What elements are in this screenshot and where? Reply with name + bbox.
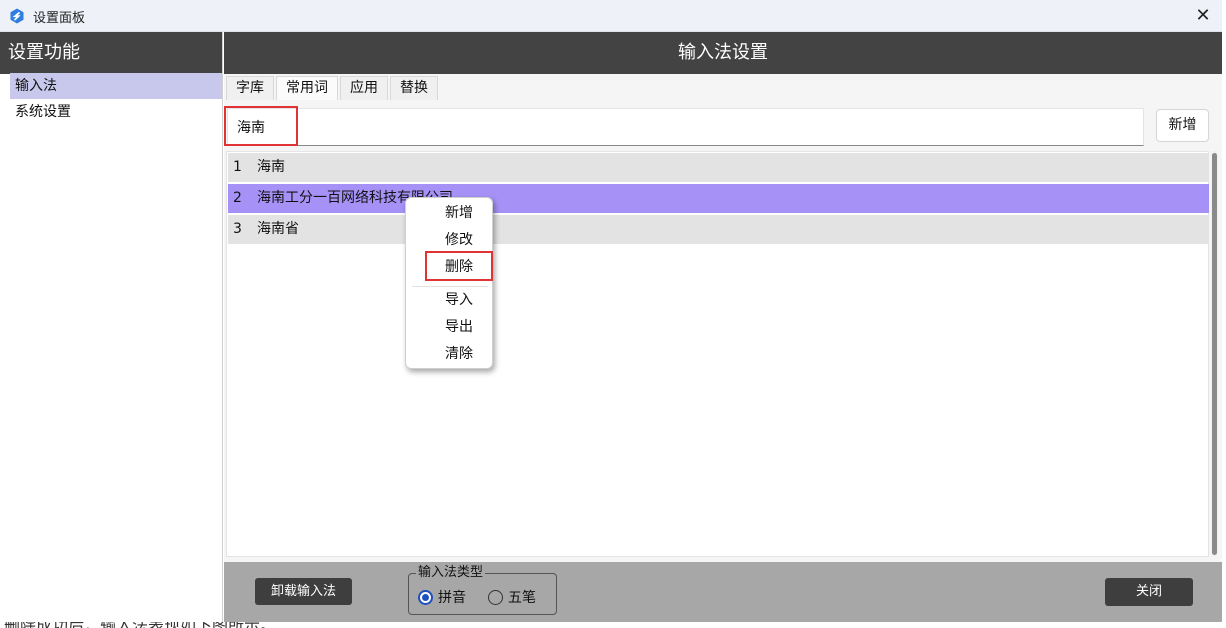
tab-replace[interactable]: 替换 xyxy=(390,76,438,100)
page-title: 输入法设置 xyxy=(224,32,1222,74)
app-logo-icon xyxy=(10,8,24,24)
radio-wubi[interactable]: 五笔 xyxy=(488,587,536,607)
list-row[interactable]: 1 海南 xyxy=(228,153,1209,182)
main-panel: 输入法设置 字库 常用词 应用 替换 新增 1 海南 2 海南工分一百网络科技有… xyxy=(224,32,1222,622)
bottom-bar: 卸载输入法 输入法类型 拼音 五笔 关闭 xyxy=(224,562,1222,622)
menu-item-import[interactable]: 导入 xyxy=(406,287,492,313)
ime-type-legend: 输入法类型 xyxy=(416,565,486,580)
tab-apps[interactable]: 应用 xyxy=(340,76,388,100)
search-field[interactable] xyxy=(227,108,1144,146)
radio-checked-icon[interactable] xyxy=(418,589,433,605)
sidebar-header: 设置功能 xyxy=(0,32,222,74)
tab-common-words[interactable]: 常用词 xyxy=(276,76,338,100)
tab-dictionary[interactable]: 字库 xyxy=(226,76,274,100)
uninstall-ime-button[interactable]: 卸载输入法 xyxy=(255,578,352,605)
sidebar-item-ime[interactable]: 输入法 xyxy=(10,73,222,99)
add-button[interactable]: 新增 xyxy=(1156,109,1209,142)
settings-window: 设置面板 ✕ 设置功能 输入法 系统设置 输入法设置 字库 常用词 应用 替换 … xyxy=(0,0,1222,622)
search-input[interactable] xyxy=(228,109,1143,145)
tab-bar: 字库 常用词 应用 替换 xyxy=(226,76,440,100)
list-row[interactable]: 3 海南省 xyxy=(228,215,1209,244)
window-close-icon[interactable]: ✕ xyxy=(1190,4,1216,28)
menu-item-add[interactable]: 新增 xyxy=(406,200,492,226)
row-index: 1 xyxy=(233,159,242,175)
common-words-list: 1 海南 2 海南工分一百网络科技有限公司 3 海南省 xyxy=(226,151,1209,557)
menu-item-delete[interactable]: 删除 xyxy=(406,254,492,280)
context-menu: 新增 修改 删除 导入 导出 清除 xyxy=(405,197,493,369)
list-row-selected[interactable]: 2 海南工分一百网络科技有限公司 xyxy=(228,184,1209,213)
radio-wubi-label: 五笔 xyxy=(508,590,536,606)
radio-unchecked-icon[interactable] xyxy=(488,589,503,605)
menu-item-edit[interactable]: 修改 xyxy=(406,227,492,253)
close-button[interactable]: 关闭 xyxy=(1105,578,1193,606)
menu-item-export[interactable]: 导出 xyxy=(406,314,492,340)
sidebar: 设置功能 输入法 系统设置 xyxy=(0,32,223,622)
list-scrollbar[interactable] xyxy=(1211,151,1218,557)
radio-pinyin[interactable]: 拼音 xyxy=(418,587,466,607)
row-text: 海南 xyxy=(257,159,285,175)
title-bar[interactable]: 设置面板 ✕ xyxy=(0,0,1222,32)
radio-pinyin-label: 拼音 xyxy=(438,590,466,606)
sidebar-item-system-settings[interactable]: 系统设置 xyxy=(10,99,222,125)
ime-type-group: 输入法类型 拼音 五笔 xyxy=(408,566,557,615)
scrollbar-thumb[interactable] xyxy=(1212,153,1217,555)
menu-item-clear[interactable]: 清除 xyxy=(406,341,492,367)
row-index: 2 xyxy=(233,190,242,206)
window-title: 设置面板 xyxy=(33,11,86,26)
row-index: 3 xyxy=(233,221,242,237)
row-text: 海南省 xyxy=(257,221,299,237)
